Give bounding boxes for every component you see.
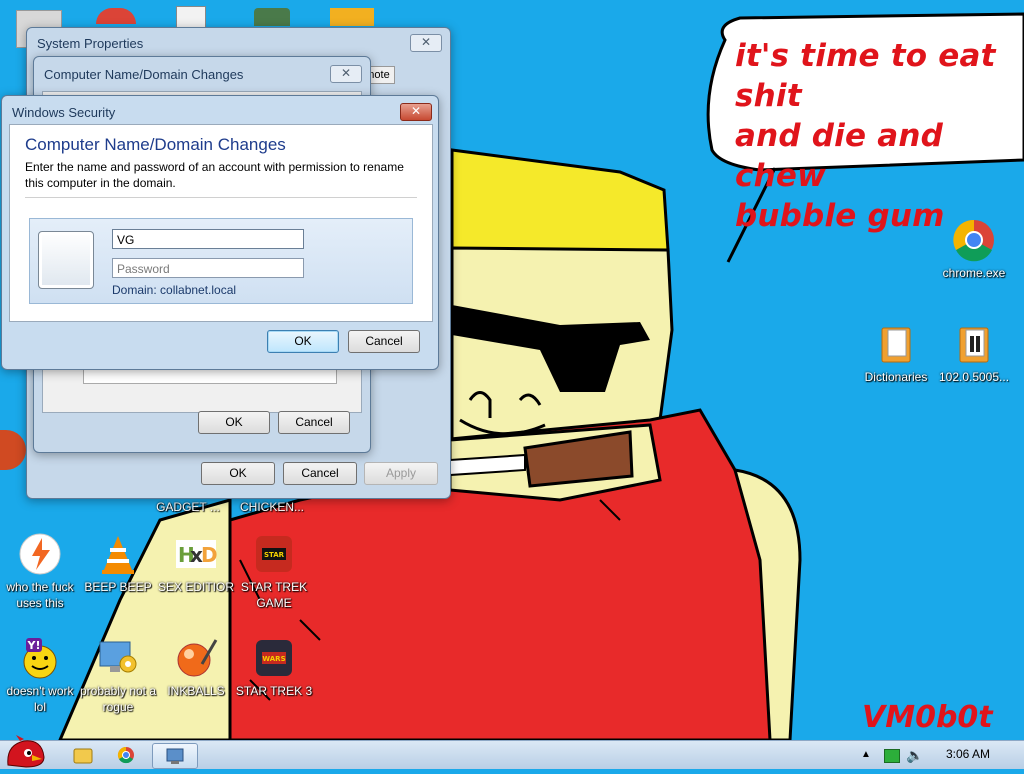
star-wars-icon: STAR — [252, 532, 296, 576]
taskbar: ▲ 🔈 3:06 AM — [0, 735, 1024, 769]
explorer-icon — [73, 748, 93, 764]
apply-button[interactable]: Apply — [364, 462, 438, 485]
ok-button[interactable]: OK — [267, 330, 339, 353]
game-icon — [330, 8, 374, 26]
hxd-icon: HxD — [174, 532, 218, 576]
svg-text:WARS: WARS — [262, 655, 285, 663]
dialog-description: Enter the name and password of an accoun… — [25, 160, 404, 190]
tray-expand-arrow[interactable]: ▲ — [861, 749, 871, 760]
desktop-icon-dictionaries[interactable]: Dictionaries — [856, 322, 936, 385]
close-button[interactable]: ✕ — [400, 103, 432, 121]
shield-icon — [254, 8, 290, 26]
signature-text: VM0b0t — [862, 700, 993, 735]
taskbar-system-properties[interactable] — [152, 743, 198, 769]
cancel-button[interactable]: Cancel — [283, 462, 357, 485]
desktop-icon-star-trek-3[interactable]: WARS STAR TREK 3 — [234, 636, 314, 699]
desktop-icon-label: chrome.exe — [942, 266, 1006, 280]
desktop-icon-label: 102.0.5005... — [938, 370, 1010, 384]
vlc-icon — [96, 532, 140, 576]
ok-button[interactable]: OK — [201, 462, 275, 485]
clock[interactable]: 3:06 AM — [946, 747, 990, 761]
folder-icon — [874, 322, 918, 366]
svg-text:D: D — [201, 543, 218, 567]
taskbar-chrome[interactable] — [110, 743, 150, 767]
close-button[interactable]: ✕ — [410, 34, 442, 52]
ok-button[interactable]: OK — [198, 411, 270, 434]
taskbar-explorer[interactable] — [70, 743, 110, 767]
speech-text: it's time to eat shit and die and chew b… — [735, 38, 996, 234]
desktop-icon-star-trek-game[interactable]: STAR STAR TREK GAME — [234, 532, 314, 611]
yahoo-messenger-icon: Y! — [18, 636, 62, 680]
desktop-icon-label: GADGET ... — [156, 500, 220, 514]
cancel-button[interactable]: Cancel — [278, 411, 350, 434]
desktop-icon-inkballs[interactable]: INKBALLS — [156, 636, 236, 699]
desktop-icon-yahoo[interactable]: Y! doesn't work lol — [0, 636, 80, 715]
desktop-icon-avast[interactable]: who the fuck uses this — [0, 532, 80, 611]
desktop-icon-label: BEEP BEEP — [84, 580, 152, 594]
dialog-heading: Computer Name/Domain Changes — [25, 135, 286, 154]
desktop-icon-label: SEX EDITIOR — [157, 580, 234, 594]
desktop-icon-label: STAR TREK GAME — [240, 580, 308, 610]
chrome-icon — [117, 746, 134, 764]
svg-text:Y!: Y! — [27, 639, 41, 652]
username-field[interactable]: VG — [112, 229, 304, 249]
system-properties-icon — [166, 748, 184, 764]
monitor-gears-icon — [96, 636, 140, 680]
desktop-icon-label: Dictionaries — [864, 370, 928, 384]
hat — [450, 148, 670, 252]
star-wars-icon: WARS — [252, 636, 296, 680]
credential-tile[interactable]: VG Password Domain: collabnet.local — [29, 218, 413, 304]
cancel-button[interactable]: Cancel — [348, 330, 420, 353]
cards-icon — [176, 6, 206, 28]
inkball-icon — [174, 636, 218, 680]
desktop-icon-label: probably not a rogue — [79, 684, 157, 714]
desktop-icon-label: who the fuck uses this — [6, 580, 74, 610]
folder-icon — [952, 322, 996, 366]
desktop-icon-label: STAR TREK 3 — [235, 684, 313, 698]
start-button[interactable] — [2, 735, 50, 769]
desktop-icon-rogue[interactable]: probably not a rogue — [78, 636, 158, 715]
angry-bird-icon — [7, 735, 45, 768]
windows-security-dialog[interactable]: Windows Security ✕ Computer Name/Domain … — [1, 95, 439, 370]
window-title: System Properties — [37, 36, 144, 51]
domain-label: Domain: collabnet.local — [112, 283, 237, 297]
avast-icon — [18, 532, 62, 576]
desktop-icon-label: doesn't work lol — [6, 684, 74, 714]
desktop-icon-label: CHICKEN... — [239, 500, 304, 514]
desktop-icon-vlc[interactable]: BEEP BEEP — [78, 532, 158, 595]
password-field[interactable]: Password — [112, 258, 304, 278]
volume-icon[interactable]: 🔈 — [906, 747, 923, 764]
window-title: Windows Security — [12, 105, 116, 120]
user-avatar-icon — [38, 231, 94, 289]
chrome-icon — [952, 218, 996, 262]
divider — [25, 197, 417, 198]
close-button[interactable]: ✕ — [330, 65, 362, 83]
desktop-icon-hxd[interactable]: HxD SEX EDITIOR — [156, 532, 236, 595]
window-title: Computer Name/Domain Changes — [44, 67, 244, 82]
svg-text:STAR: STAR — [264, 551, 285, 559]
dialog-body: Computer Name/Domain Changes Enter the n… — [9, 124, 433, 322]
desktop-icon-102-folder[interactable]: 102.0.5005... — [934, 322, 1014, 385]
network-icon[interactable] — [884, 749, 900, 763]
desktop-icon-chrome[interactable]: chrome.exe — [934, 218, 1014, 281]
desktop-icon-label: INKBALLS — [167, 684, 225, 698]
